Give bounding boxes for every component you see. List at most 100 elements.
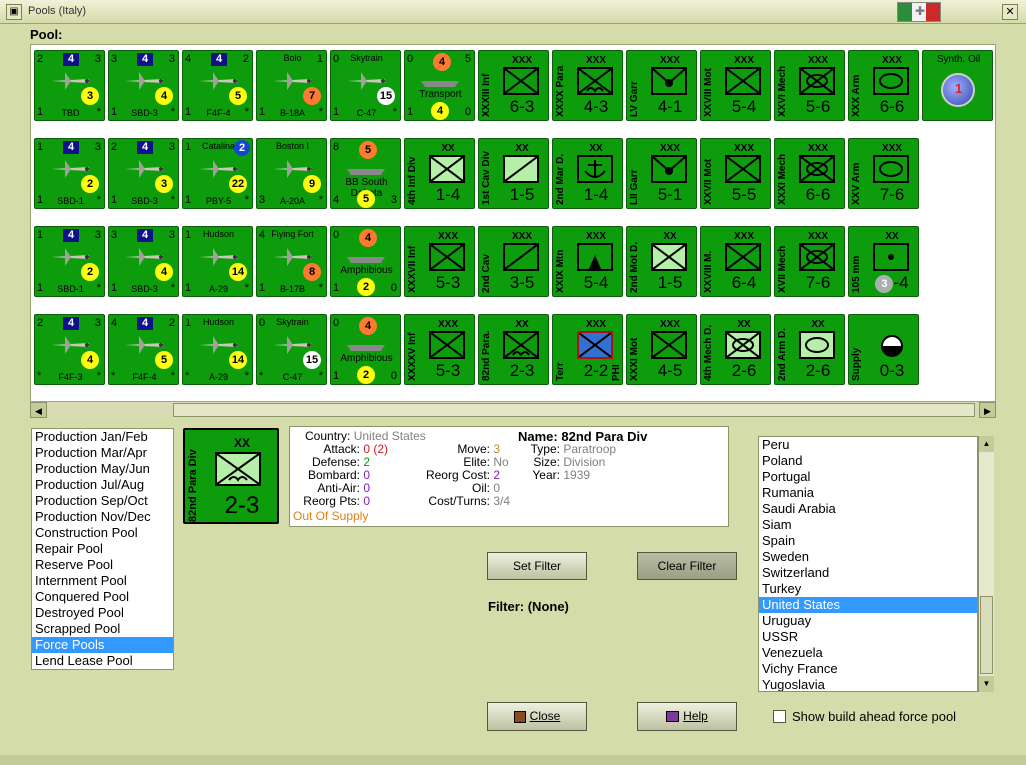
- clear-filter-button[interactable]: Clear Filter: [637, 552, 737, 580]
- land-unit-counter[interactable]: 2nd Arm D. XX 2-6: [774, 314, 845, 385]
- pool-list-item[interactable]: Production Jul/Aug: [32, 477, 173, 493]
- land-unit-counter[interactable]: XXXI Mech XXX 6-6: [774, 138, 845, 209]
- counter-bottom-left: 1: [37, 194, 44, 206]
- air-unit-counter[interactable]: 0 Skytrain 15 C-47 * *: [256, 314, 327, 385]
- land-unit-counter[interactable]: 2nd Mot D. XX 1-5: [626, 226, 697, 297]
- air-unit-counter[interactable]: 2 4 3 3 SBD-3 1 *: [108, 138, 179, 209]
- air-unit-counter[interactable]: 1 Hudson 14 A-29 1 *: [182, 226, 253, 297]
- land-unit-counter[interactable]: XXXIII Inf XXX 6-3: [478, 50, 549, 121]
- pool-list-item[interactable]: Internment Pool: [32, 573, 173, 589]
- air-unit-counter[interactable]: 3 4 3 4 SBD-3 1 *: [108, 226, 179, 297]
- pool-type-list[interactable]: Production Jan/Feb Production Mar/Apr Prod…: [31, 428, 174, 670]
- country-list-item[interactable]: Switzerland: [759, 565, 977, 581]
- land-unit-counter[interactable]: 1st Cav Div XX 1-5: [478, 138, 549, 209]
- air-unit-counter[interactable]: 1 4 3 2 SBD-1 1 *: [34, 226, 105, 297]
- scroll-left-icon[interactable]: ◀: [30, 402, 47, 418]
- pool-list-item[interactable]: Production Jan/Feb: [32, 429, 173, 445]
- show-build-ahead-row[interactable]: Show build ahead force pool: [773, 709, 956, 724]
- land-unit-counter[interactable]: XXVIII M. XXX 6-4: [700, 226, 771, 297]
- country-list-item[interactable]: Poland: [759, 453, 977, 469]
- air-unit-counter[interactable]: 4 4 2 5 F4F-4 1 *: [182, 50, 253, 121]
- country-list-item[interactable]: Uruguay: [759, 613, 977, 629]
- pool-list-item[interactable]: Repair Pool: [32, 541, 173, 557]
- country-list-item[interactable]: Spain: [759, 533, 977, 549]
- land-unit-counter[interactable]: 4th Mech D. XX 2-6: [700, 314, 771, 385]
- pool-horizontal-scrollbar[interactable]: ◀ ▶: [30, 401, 996, 418]
- land-unit-counter[interactable]: XXV Arm XXX 7-6: [848, 138, 919, 209]
- land-unit-counter[interactable]: XXX Arm XXX 6-6: [848, 50, 919, 121]
- pool-list-item[interactable]: Construction Pool: [32, 525, 173, 541]
- scroll-up-icon[interactable]: ▲: [979, 436, 994, 452]
- land-unit-counter[interactable]: 2nd Mar D. XX 1-4: [552, 138, 623, 209]
- land-unit-counter[interactable]: Supply 0-3: [848, 314, 919, 385]
- air-unit-counter[interactable]: 2 4 3 4 F4F-3 * *: [34, 314, 105, 385]
- air-unit-counter[interactable]: Bolo 1 7 B-18A 1 *: [256, 50, 327, 121]
- show-build-ahead-checkbox[interactable]: [773, 710, 786, 723]
- land-unit-counter[interactable]: Terr PHI XXX 2-2: [552, 314, 623, 385]
- land-unit-counter[interactable]: XXVI Mech XXX 5-6: [774, 50, 845, 121]
- air-unit-counter[interactable]: 4 Flying Fort 8 B-17B 1 *: [256, 226, 327, 297]
- country-list-item[interactable]: Saudi Arabia: [759, 501, 977, 517]
- land-unit-counter[interactable]: XXVII Mot XXX 5-5: [700, 138, 771, 209]
- land-unit-counter[interactable]: XXVIII Mot XXX 5-4: [700, 50, 771, 121]
- naval-unit-counter[interactable]: 85BB South Dakota543: [330, 138, 401, 209]
- bottom-scrollbar[interactable]: [0, 755, 1026, 765]
- land-unit-counter[interactable]: XVII Mech XXX 7-6: [774, 226, 845, 297]
- country-scroll-thumb[interactable]: [980, 596, 993, 674]
- pool-list-item[interactable]: Scrapped Pool: [32, 621, 173, 637]
- country-list-item[interactable]: United States: [759, 597, 977, 613]
- naval-unit-counter[interactable]: 0 4 5 Transport 4 1 0: [404, 50, 475, 121]
- air-unit-counter[interactable]: 1 Hudson 14 A-29 * *: [182, 314, 253, 385]
- air-unit-counter[interactable]: 3 4 3 4 SBD-3 1 *: [108, 50, 179, 121]
- land-unit-counter[interactable]: XXXXV Inf XXX 5-3: [404, 314, 475, 385]
- land-unit-counter[interactable]: LV Garr XXX 4-1: [626, 50, 697, 121]
- country-list-item[interactable]: Peru: [759, 437, 977, 453]
- country-list-item[interactable]: Yugoslavia: [759, 677, 977, 691]
- land-unit-counter[interactable]: 4th Inf Div XX 1-4: [404, 138, 475, 209]
- close-window-icon[interactable]: ✕: [1002, 4, 1018, 20]
- country-list-item[interactable]: Venezuela: [759, 645, 977, 661]
- pool-list-item[interactable]: Production Sep/Oct: [32, 493, 173, 509]
- country-list[interactable]: Peru Poland Portugal Rumania Saudi Arabia Sia…: [758, 436, 978, 692]
- air-unit-counter[interactable]: Boston I 9 A-20A 3 *: [256, 138, 327, 209]
- air-unit-counter[interactable]: 1 4 3 2 SBD-1 1 *: [34, 138, 105, 209]
- country-list-item[interactable]: Vichy France: [759, 661, 977, 677]
- land-unit-counter[interactable]: XXIX Mtn XXX 5-4: [552, 226, 623, 297]
- pool-list-item[interactable]: Conquered Pool: [32, 589, 173, 605]
- synth-oil-counter[interactable]: Synth. Oil 1: [922, 50, 993, 121]
- naval-unit-counter[interactable]: 0 4 Amphibious 2 1 0: [330, 314, 401, 385]
- air-unit-counter[interactable]: 4 4 2 5 F4F-4 * *: [108, 314, 179, 385]
- pool-list-item[interactable]: Lend Lease Pool: [32, 653, 173, 669]
- set-filter-button[interactable]: Set Filter: [487, 552, 587, 580]
- pool-list-item[interactable]: Production Mar/Apr: [32, 445, 173, 461]
- air-unit-counter[interactable]: 2 4 3 3 TBD 1 *: [34, 50, 105, 121]
- help-button[interactable]: Help: [637, 702, 737, 731]
- air-unit-counter[interactable]: 1 Catalina 2 22 PBY-5 1 *: [182, 138, 253, 209]
- pool-list-item[interactable]: Reserve Pool: [32, 557, 173, 573]
- land-unit-counter[interactable]: XXXI Mot XXX 4-5: [626, 314, 697, 385]
- country-list-item[interactable]: Siam: [759, 517, 977, 533]
- scroll-right-icon[interactable]: ▶: [979, 402, 996, 418]
- land-unit-counter[interactable]: XXXVII Inf XXX 5-3: [404, 226, 475, 297]
- land-unit-counter[interactable]: 2nd Cav XXX 3-5: [478, 226, 549, 297]
- country-list-item[interactable]: Portugal: [759, 469, 977, 485]
- country-list-item[interactable]: USSR: [759, 629, 977, 645]
- pool-list-item[interactable]: Destroyed Pool: [32, 605, 173, 621]
- country-list-scrollbar[interactable]: ▲ ▼: [978, 436, 994, 692]
- scroll-thumb[interactable]: [173, 403, 975, 417]
- pool-list-item[interactable]: Production May/Jun: [32, 461, 173, 477]
- close-button[interactable]: Close: [487, 702, 587, 731]
- pool-list-item[interactable]: Force Pools: [32, 637, 173, 653]
- scroll-down-icon[interactable]: ▼: [979, 676, 994, 692]
- land-unit-counter[interactable]: XXXX Para XXX 4-3: [552, 50, 623, 121]
- air-unit-counter[interactable]: 0 Skytrain 15 C-47 1 *: [330, 50, 401, 121]
- pool-list-item[interactable]: Production Nov/Dec: [32, 509, 173, 525]
- land-unit-counter[interactable]: 82nd Para. XX 2-3: [478, 314, 549, 385]
- land-unit-counter[interactable]: LII Garr XXX 5-1: [626, 138, 697, 209]
- land-unit-counter[interactable]: 105 mm XX 3 -4: [848, 226, 919, 297]
- naval-unit-counter[interactable]: 0 4 Amphibious 2 1 0: [330, 226, 401, 297]
- window-menu-icon[interactable]: ▣: [6, 4, 22, 20]
- country-list-item[interactable]: Turkey: [759, 581, 977, 597]
- country-list-item[interactable]: Rumania: [759, 485, 977, 501]
- country-list-item[interactable]: Sweden: [759, 549, 977, 565]
